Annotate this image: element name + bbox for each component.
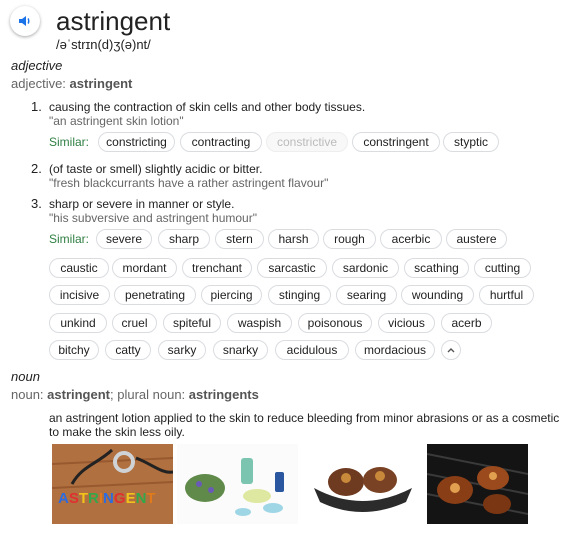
phonetic: /əˈstrɪn(d)ʒ(ə)nt/ [56, 37, 151, 52]
similar-chip[interactable]: trenchant [182, 258, 252, 278]
sense-definition: causing the contraction of skin cells an… [49, 100, 366, 114]
photo-letter: S [68, 490, 79, 507]
image-astringent-letters[interactable]: ASTRINGENT [52, 444, 173, 524]
sense-definition: (of taste or smell) slightly acidic or b… [49, 162, 263, 176]
similar-chip[interactable]: penetrating [114, 285, 196, 305]
photo-letter: R [88, 490, 99, 507]
plural-word: astringents [188, 387, 259, 402]
photo-letter: E [125, 490, 136, 507]
similar-chip[interactable]: cruel [112, 313, 157, 333]
similar-chip[interactable]: waspish [227, 313, 292, 333]
similar-chip[interactable]: unkind [49, 313, 107, 333]
sense-number: 1. [31, 99, 42, 114]
sense-example: "his subversive and astringent humour" [49, 211, 257, 225]
similar-label: Similar: [49, 232, 90, 246]
pos-word: astringent [69, 76, 133, 91]
similar-chip[interactable]: bitchy [49, 340, 99, 360]
photo-graphic [302, 444, 423, 524]
image-herbs-bottles[interactable] [177, 444, 298, 524]
sense-definition: sharp or severe in manner or style. [49, 197, 235, 211]
photo-letter: G [113, 490, 126, 507]
similar-chip[interactable]: rough [323, 229, 376, 249]
image-persimmons-plate[interactable] [302, 444, 423, 524]
similar-chip[interactable]: cutting [474, 258, 531, 278]
pos-adjective: adjective [11, 58, 63, 73]
photo-letter: T [78, 490, 89, 507]
similar-chip[interactable]: sardonic [332, 258, 399, 278]
photo-letter: N [103, 490, 114, 507]
noun-definition: an astringent lotion applied to the skin… [49, 411, 560, 439]
similar-chip[interactable]: mordacious [355, 340, 435, 360]
similar-chip[interactable]: mordant [112, 258, 177, 278]
similar-chip[interactable]: caustic [49, 258, 109, 278]
sense-number: 2. [31, 161, 42, 176]
similar-chip[interactable]: acidulous [275, 340, 349, 360]
similar-chip[interactable]: catty [105, 340, 151, 360]
similar-chip[interactable]: severe [96, 229, 152, 249]
speaker-icon [19, 16, 30, 26]
photo-graphic [427, 444, 528, 524]
similar-label: Similar: [49, 135, 90, 149]
pos-adjective-line: adjective: astringent [11, 76, 132, 91]
pos-prefix: noun: [11, 387, 48, 402]
similar-chip[interactable]: searing [336, 285, 397, 305]
chevron-up-icon [447, 348, 455, 353]
photo-graphic [52, 444, 173, 524]
photo-letter: T [146, 490, 156, 507]
similar-chip[interactable]: piercing [201, 285, 262, 305]
similar-chip[interactable]: sharp [158, 229, 210, 249]
photo-letter: A [58, 490, 69, 507]
similar-chip[interactable]: sarky [158, 340, 206, 360]
similar-chip[interactable]: wounding [401, 285, 474, 305]
similar-chip[interactable]: stinging [268, 285, 331, 305]
photo-letters: ASTRINGENT [58, 490, 156, 507]
similar-chip[interactable]: scathing [404, 258, 469, 278]
photo-graphic [177, 444, 298, 524]
pronounce-button[interactable] [10, 6, 40, 36]
pos-noun-line: noun: astringent; plural noun: astringen… [11, 387, 259, 402]
image-grilled-persimmons[interactable] [427, 444, 528, 524]
similar-chip[interactable]: constrictive [266, 132, 348, 152]
sense-number: 3. [31, 196, 42, 211]
similar-chip[interactable]: sarcastic [257, 258, 327, 278]
similar-chip[interactable]: hurtful [479, 285, 534, 305]
similar-chip[interactable]: austere [446, 229, 507, 249]
similar-chip[interactable]: constringent [352, 132, 440, 152]
similar-chip[interactable]: constricting [98, 132, 175, 152]
pos-word: astringent [47, 387, 110, 402]
similar-chip[interactable]: stern [215, 229, 264, 249]
headword: astringent [56, 6, 171, 36]
similar-chip[interactable]: harsh [268, 229, 319, 249]
similar-chip[interactable]: spiteful [163, 313, 221, 333]
similar-chip[interactable]: snarky [213, 340, 268, 360]
pos-noun: noun [11, 369, 40, 384]
photo-letter: N [135, 490, 147, 507]
similar-chip[interactable]: incisive [49, 285, 110, 305]
similar-chip[interactable]: styptic [443, 132, 499, 152]
sense-example: "fresh blackcurrants have a rather astri… [49, 176, 329, 190]
similar-chip[interactable]: contracting [180, 132, 262, 152]
sense-example: "an astringent skin lotion" [49, 114, 184, 128]
similar-chip[interactable]: vicious [378, 313, 435, 333]
collapse-similar-button[interactable] [441, 340, 461, 360]
similar-chip[interactable]: acerb [441, 313, 492, 333]
pos-prefix: adjective: [11, 76, 70, 91]
similar-chip[interactable]: acerbic [380, 229, 442, 249]
pos-separator: ; plural noun: [110, 387, 189, 402]
similar-chip[interactable]: poisonous [298, 313, 372, 333]
